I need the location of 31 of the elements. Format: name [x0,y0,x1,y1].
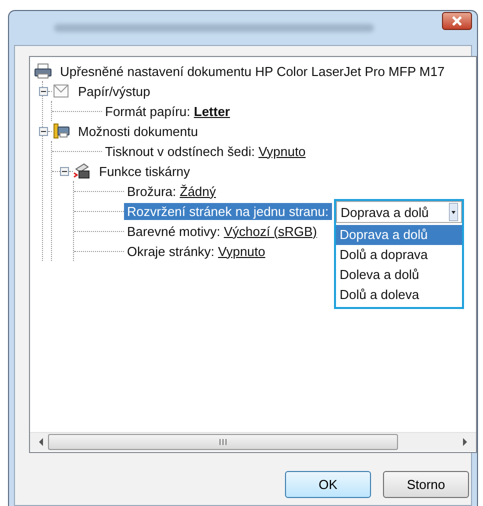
dialog-button[interactable]: Storno [383,471,469,498]
grip-icon [219,439,227,445]
layout-dropdown[interactable]: Doprava a dolů [336,201,462,223]
setting-label[interactable]: Formát papíru: Letter [102,102,233,120]
dialog-button[interactable]: OK [285,471,371,498]
collapse-icon[interactable] [39,86,48,96]
scroll-right-icon[interactable] [462,438,468,446]
setting-label[interactable]: Okraje stránky: Vypnuto [124,242,268,260]
dropdown-option[interactable]: Dolů a doleva [336,285,462,305]
horizontal-scrollbar[interactable] [30,432,476,451]
printer-icon [73,163,91,179]
scroll-left-icon[interactable] [38,438,44,446]
dropdown-option[interactable]: Doprava a dolů [336,225,462,245]
setting-label[interactable]: Brožura: Žádný [124,182,219,200]
dropdown-option[interactable]: Dolů a doprava [336,245,462,265]
close-icon [451,16,463,26]
caret-icon [448,203,458,221]
tree-item[interactable]: Funkce tiskárny [96,162,194,180]
printer-icon [34,63,52,79]
envelope-icon [52,83,70,99]
dropdown-option[interactable]: Doleva a dolů [336,265,462,285]
collapse-icon[interactable] [39,126,48,136]
setting-label[interactable]: Tisknout v odstínech šedi: Vypnuto [102,142,309,160]
tree-item[interactable]: Upřesněné nastavení dokumentu HP Color LaserJet Pro MFP M17 [57,62,448,80]
tree-item[interactable]: Papír/výstup [75,82,154,100]
tree-item[interactable]: Možnosti dokumentu [75,122,201,140]
close-button[interactable] [442,12,472,30]
collapse-icon[interactable] [60,166,69,176]
setting-label[interactable]: Rozvržení stránek na jednu stranu: [124,202,332,220]
setting-label[interactable]: Barevné motivy: Výchozí (sRGB) [124,222,320,240]
printer-icon [52,123,70,139]
